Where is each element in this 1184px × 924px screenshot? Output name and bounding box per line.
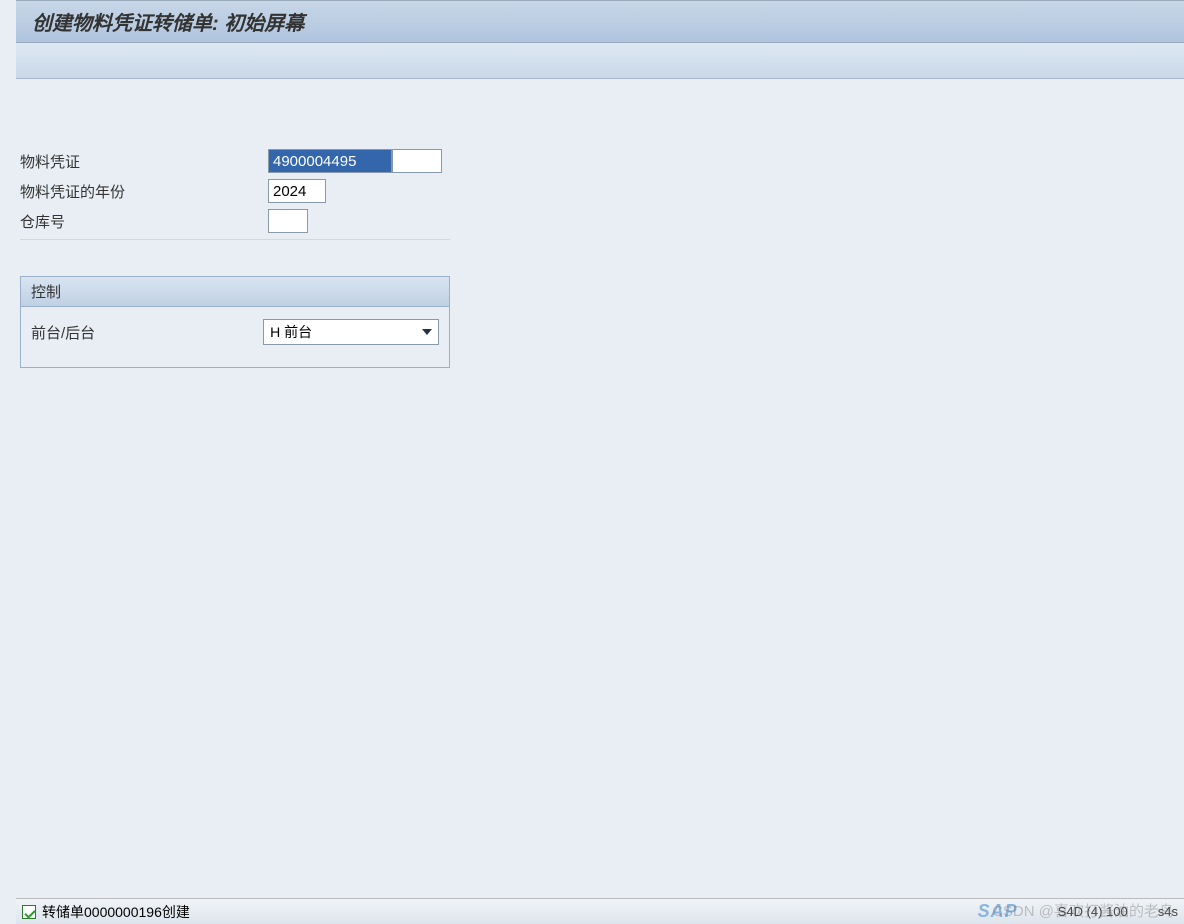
material-doc-ext-input[interactable] [392,149,442,173]
control-group-header: 控制 [21,277,449,307]
label-material-doc: 物料凭证 [20,151,268,172]
control-group: 控制 前台/后台 H 前台 [20,276,450,368]
status-system: S4D (4) 100 [1058,904,1128,919]
row-warehouse: 仓库号 [20,209,1164,233]
fg-bg-dropdown[interactable]: H 前台 [263,319,439,345]
toolbar [16,43,1184,79]
fg-bg-value: H 前台 [270,322,312,342]
success-icon [22,905,36,919]
chevron-down-icon [422,329,432,335]
sap-logo: SAP [978,901,1018,922]
label-warehouse: 仓库号 [20,211,268,232]
row-material-doc: 物料凭证 [20,149,1164,173]
label-year: 物料凭证的年份 [20,181,268,202]
content-area: 物料凭证 物料凭证的年份 仓库号 控制 前台/后台 H 前台 [0,79,1184,388]
status-message: 转储单0000000196创建 [42,902,190,922]
label-fg-bg: 前台/后台 [31,322,263,343]
status-server: s4s [1158,904,1178,919]
divider [20,239,450,240]
row-fg-bg: 前台/后台 H 前台 [31,319,439,345]
warehouse-input[interactable] [268,209,308,233]
status-bar: 转储单0000000196创建 SAP S4D (4) 100 s4s [16,898,1184,924]
material-doc-input[interactable] [268,149,392,173]
year-input[interactable] [268,179,326,203]
control-group-body: 前台/后台 H 前台 [21,307,449,367]
title-bar: 创建物料凭证转储单: 初始屏幕 [16,0,1184,43]
page-title: 创建物料凭证转储单: 初始屏幕 [32,13,304,35]
row-year: 物料凭证的年份 [20,179,1164,203]
